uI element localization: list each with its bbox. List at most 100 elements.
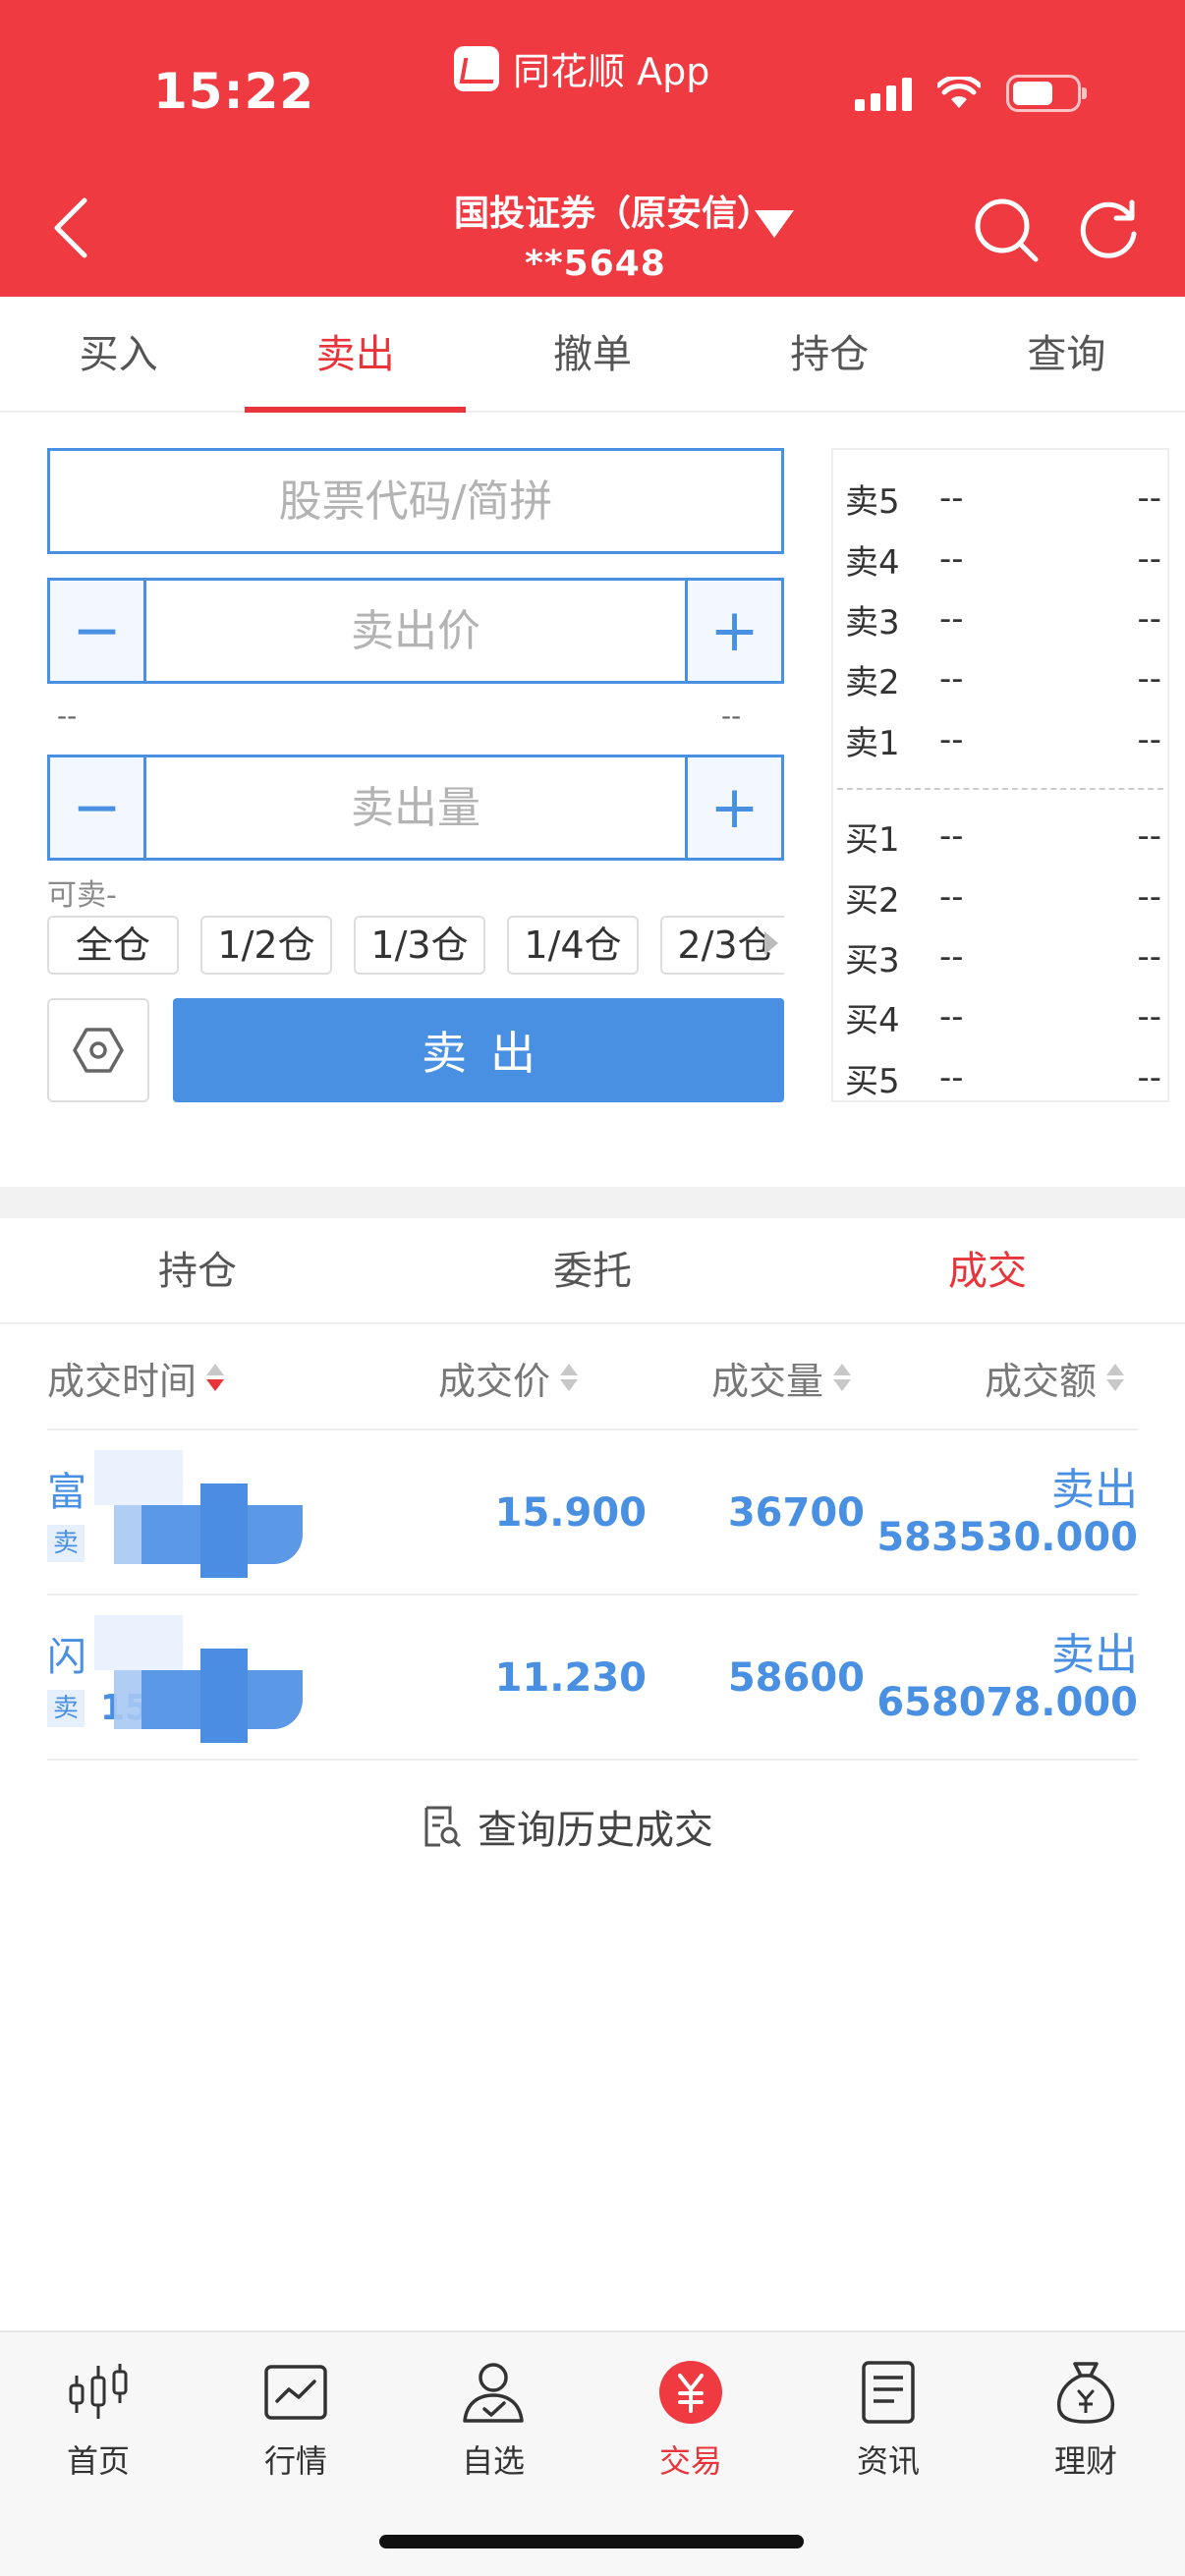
position-ratio-buttons: 全仓 1/2仓 1/3仓 1/4仓 2/3仓 <box>47 916 784 977</box>
yuan-icon <box>656 2358 725 2427</box>
price-minus-button[interactable]: − <box>50 581 146 681</box>
sort-icon <box>560 1364 579 1391</box>
bid-row[interactable]: 买2 -- -- <box>845 870 1161 924</box>
bid-volume: -- <box>1137 816 1161 856</box>
column-header-qty[interactable]: 成交量 <box>711 1326 852 1428</box>
back-icon[interactable] <box>49 196 92 259</box>
ask-row[interactable]: 卖5 -- -- <box>845 472 1161 525</box>
tab-positions[interactable]: 持仓 <box>0 1218 395 1322</box>
ask-row[interactable]: 卖4 -- -- <box>845 532 1161 586</box>
cellular-signal-icon <box>855 76 912 111</box>
trade-stock-name: 闪 <box>47 1635 86 1680</box>
order-settings-button[interactable] <box>47 998 149 1102</box>
table-row[interactable]: 闪 卖 15: 11.230 58600 卖出 658078.000 <box>47 1596 1138 1761</box>
query-history-trades-link[interactable]: 查询历史成交 <box>423 1798 713 1855</box>
third-position-button[interactable]: 1/3仓 <box>354 916 485 975</box>
bid-row[interactable]: 买4 -- -- <box>845 990 1161 1043</box>
trade-price: 15.900 <box>494 1490 647 1536</box>
search-icon[interactable] <box>973 196 1040 263</box>
nav-label: 自选 <box>461 2442 525 2480</box>
bid-label: 买1 <box>845 819 900 860</box>
sell-price-stepper: − + <box>47 578 784 684</box>
document-search-icon <box>424 1806 462 1848</box>
chevron-right-icon[interactable] <box>764 931 778 955</box>
nav-wealth[interactable]: 理财 <box>988 2350 1184 2497</box>
nav-label: 行情 <box>263 2442 327 2480</box>
trade-tabs: 买入 卖出 撤单 持仓 查询 <box>0 297 1185 413</box>
nav-news[interactable]: 资讯 <box>790 2350 987 2497</box>
sell-price-input[interactable] <box>146 581 685 681</box>
ask-volume: -- <box>1137 478 1161 518</box>
money-bag-icon <box>1051 2358 1120 2427</box>
column-header-price[interactable]: 成交价 <box>438 1326 579 1428</box>
account-dropdown-icon[interactable] <box>755 210 794 238</box>
home-indicator[interactable] <box>379 2535 804 2548</box>
nav-trade[interactable]: 交易 <box>592 2350 789 2497</box>
trade-price: 11.230 <box>494 1655 647 1701</box>
stock-code-input[interactable] <box>47 448 784 554</box>
app-logo-icon <box>454 45 499 91</box>
half-position-button[interactable]: 1/2仓 <box>200 916 332 975</box>
bid-volume: -- <box>1137 997 1161 1036</box>
bid-row[interactable]: 买3 -- -- <box>845 930 1161 983</box>
bid-price: -- <box>939 997 964 1036</box>
order-book: 卖5 -- -- 卖4 -- -- 卖3 -- -- 卖2 -- -- 卖1 -- -- 买1 -- -… <box>831 448 1169 1102</box>
tab-buy[interactable]: 买入 <box>0 297 237 411</box>
nav-market[interactable]: 行情 <box>198 2350 394 2497</box>
status-icons <box>855 75 1087 112</box>
trade-amount: 658078.000 <box>876 1680 1138 1725</box>
tab-sell[interactable]: 卖出 <box>237 297 474 413</box>
trade-amount: 583530.000 <box>876 1515 1138 1560</box>
quarter-position-button[interactable]: 1/4仓 <box>507 916 639 975</box>
redaction-mark <box>94 1450 303 1578</box>
ask-row[interactable]: 卖2 -- -- <box>845 652 1161 705</box>
sell-submit-button[interactable]: 卖出 <box>173 998 784 1102</box>
column-header-label: 成交时间 <box>47 1359 198 1403</box>
trade-stock-name: 富 <box>47 1470 86 1515</box>
full-position-button[interactable]: 全仓 <box>47 916 179 975</box>
bid-row[interactable]: 买1 -- -- <box>845 810 1161 863</box>
records-tabs: 持仓 委托 成交 <box>0 1218 1185 1324</box>
ask-price: -- <box>939 599 964 639</box>
bid-row[interactable]: 买5 -- -- <box>845 1051 1161 1104</box>
tab-holdings[interactable]: 持仓 <box>711 297 948 411</box>
tab-orders[interactable]: 委托 <box>395 1218 790 1322</box>
price-plus-button[interactable]: + <box>685 581 781 681</box>
column-header-label: 成交价 <box>438 1359 551 1403</box>
nav-watchlist[interactable]: 自选 <box>395 2350 592 2497</box>
account-number: **5648 <box>525 244 666 284</box>
bid-price: -- <box>939 816 964 856</box>
battery-icon <box>1006 75 1087 112</box>
trade-quantity: 36700 <box>727 1490 865 1536</box>
price-limit-low: -- <box>57 700 78 732</box>
trade-quantity: 58600 <box>727 1655 865 1701</box>
app-header: 15:22 同花顺 App 国投证券（原安信） **5648 <box>0 0 1185 297</box>
column-header-time[interactable]: 成交时间 <box>47 1326 225 1428</box>
ask-price: -- <box>939 539 964 579</box>
nav-home[interactable]: 首页 <box>0 2350 197 2497</box>
order-book-divider <box>837 788 1163 790</box>
account-name[interactable]: 国投证券（原安信） <box>454 185 772 236</box>
nav-label: 资讯 <box>856 2442 920 2480</box>
ask-row[interactable]: 卖3 -- -- <box>845 592 1161 645</box>
refresh-icon[interactable] <box>1077 196 1140 259</box>
ask-price: -- <box>939 720 964 759</box>
qty-minus-button[interactable]: − <box>50 757 146 858</box>
bid-volume: -- <box>1137 937 1161 977</box>
table-row[interactable]: 富 卖 15.900 36700 卖出 583530.000 <box>47 1430 1138 1596</box>
bid-label: 买3 <box>845 940 900 980</box>
chart-icon <box>261 2358 330 2427</box>
tab-cancel-order[interactable]: 撤单 <box>474 297 710 411</box>
column-header-amount[interactable]: 成交额 <box>985 1326 1125 1428</box>
tab-query[interactable]: 查询 <box>948 297 1185 411</box>
document-icon <box>854 2358 923 2427</box>
sell-qty-input[interactable] <box>146 757 685 858</box>
tab-trades[interactable]: 成交 <box>790 1218 1185 1322</box>
candlestick-icon <box>64 2358 133 2427</box>
ask-row[interactable]: 卖1 -- -- <box>845 713 1161 766</box>
ask-volume: -- <box>1137 720 1161 759</box>
qty-plus-button[interactable]: + <box>685 757 781 858</box>
trade-direction: 卖出 <box>1051 1630 1138 1680</box>
nav-label: 首页 <box>66 2442 130 2480</box>
ask-price: -- <box>939 659 964 699</box>
